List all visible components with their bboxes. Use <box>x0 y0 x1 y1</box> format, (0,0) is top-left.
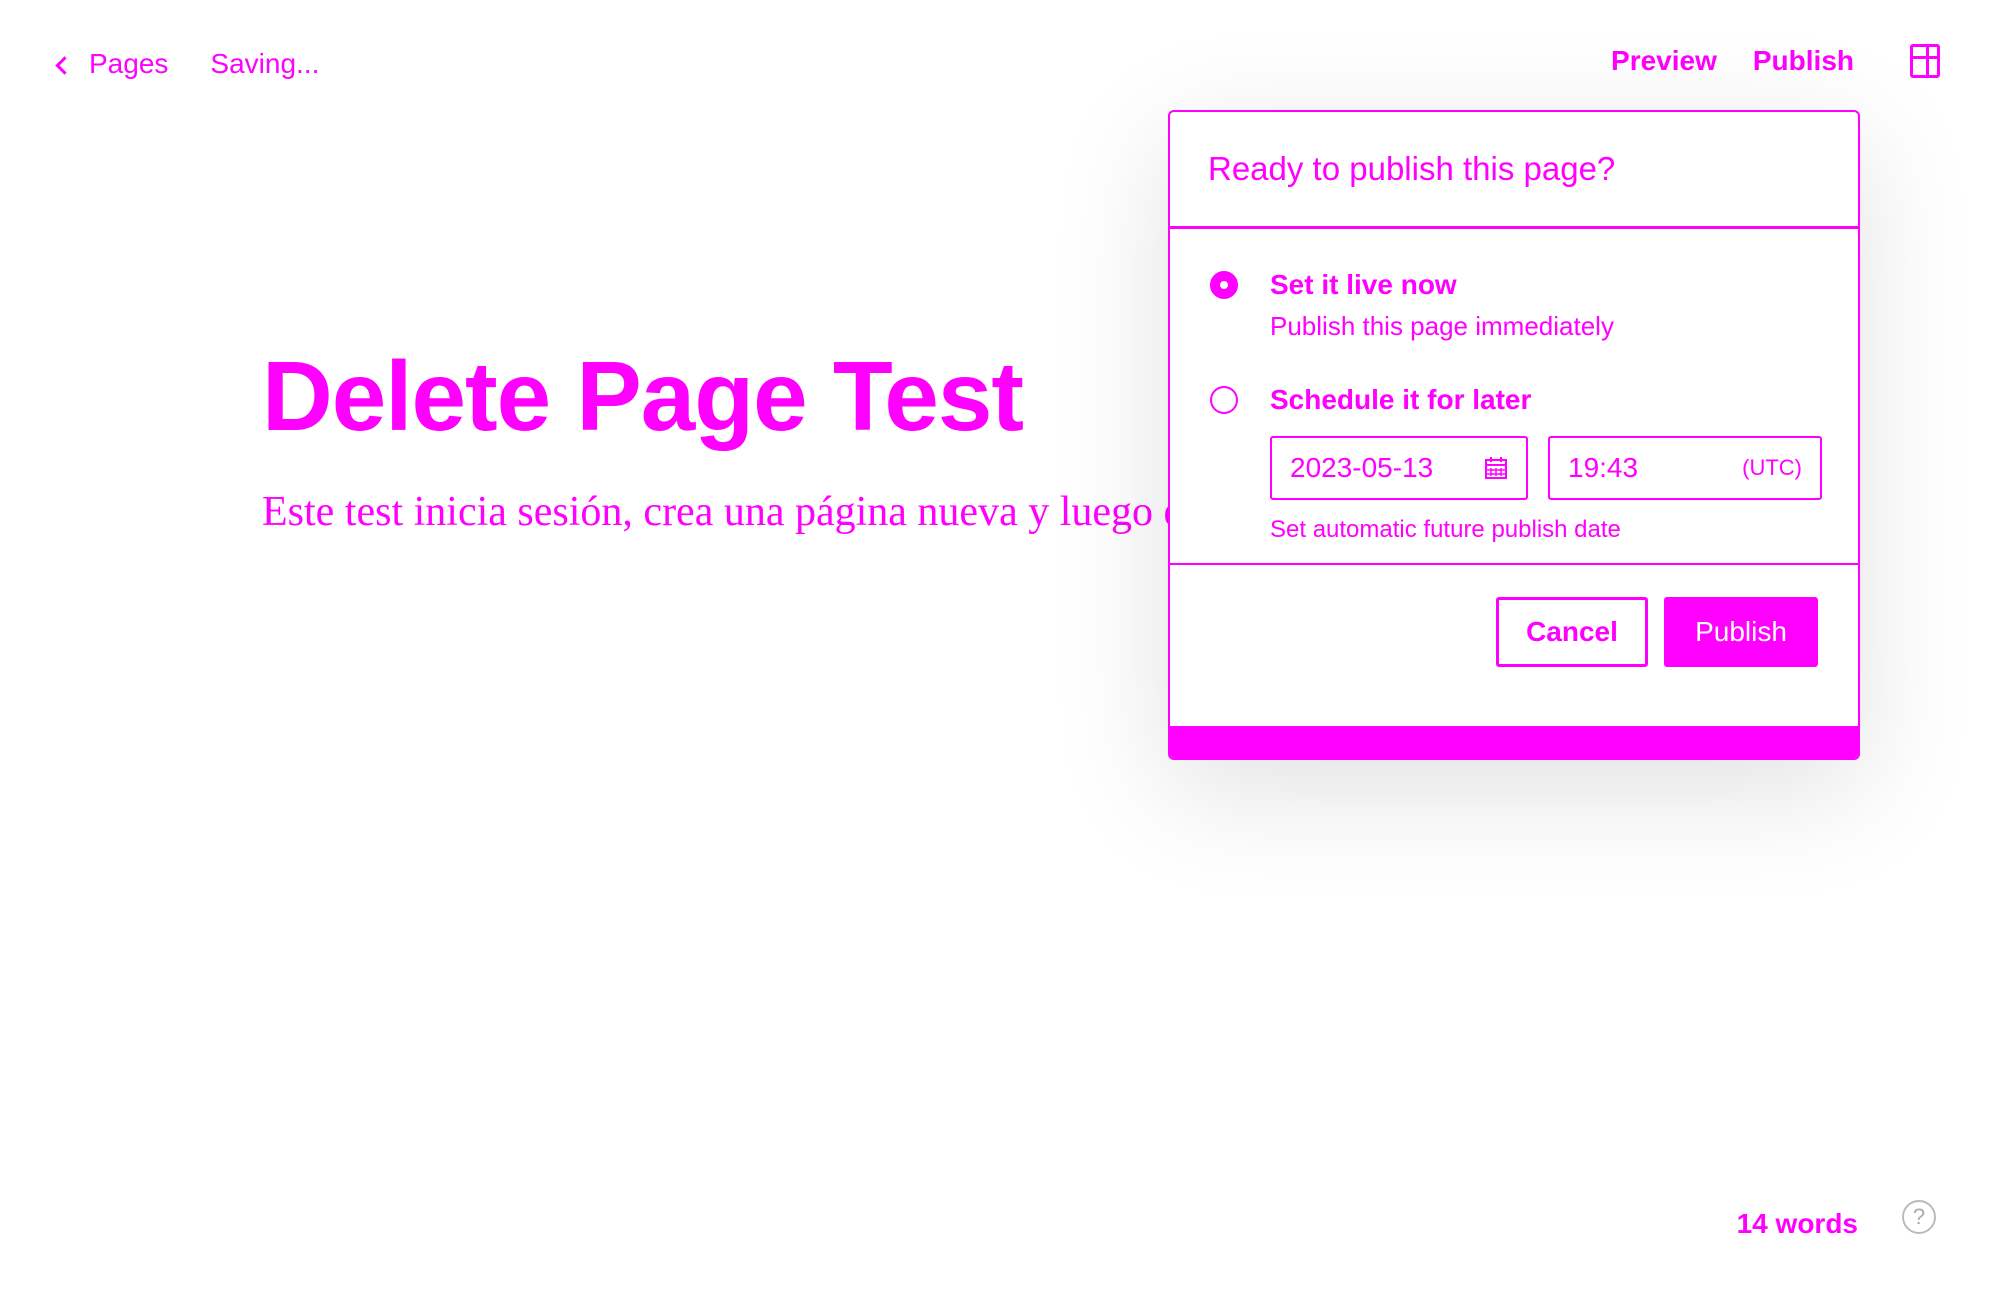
back-link-label: Pages <box>89 48 169 79</box>
option-schedule-later-title: Schedule it for later <box>1270 384 1532 415</box>
option-publish-now-title: Set it live now <box>1270 269 1457 300</box>
back-to-pages-link[interactable]: Pages <box>55 48 169 80</box>
radio-publish-now[interactable] <box>1210 271 1238 299</box>
save-status: Saving... <box>210 48 320 79</box>
topbar-left: Pages Saving... <box>55 48 320 80</box>
word-count: 14 words <box>1736 1208 1858 1239</box>
radio-schedule-later[interactable] <box>1210 386 1238 414</box>
cancel-button[interactable]: Cancel <box>1496 597 1648 667</box>
option-publish-now-desc: Publish this page immediately <box>1270 311 1614 341</box>
publish-popover-footer: Cancel Publish <box>1170 565 1858 667</box>
schedule-help-text: Set automatic future publish date <box>1270 516 1621 543</box>
option-schedule-later[interactable]: Schedule it for later 2023-05-13 19:43 (… <box>1210 384 1822 544</box>
publish-popover-bottom-band <box>1170 726 1858 758</box>
schedule-fields: 2023-05-13 19:43 (UTC) <box>1270 436 1822 500</box>
calendar-icon[interactable] <box>1484 456 1508 480</box>
publish-popover: Ready to publish this page? Set it live … <box>1168 110 1860 760</box>
publish-popover-heading: Ready to publish this page? <box>1170 112 1858 229</box>
date-field[interactable]: 2023-05-13 <box>1270 436 1528 500</box>
publish-toolbar-button[interactable]: Publish <box>1753 45 1854 77</box>
timezone-label: (UTC) <box>1742 455 1802 480</box>
editor-page: Pages Saving... Preview Publish Delete P… <box>0 0 2000 1302</box>
date-value: 2023-05-13 <box>1290 452 1434 483</box>
option-publish-now[interactable]: Set it live now Publish this page immedi… <box>1210 269 1818 342</box>
sidebar-icon[interactable] <box>1910 44 1940 78</box>
publish-options: Set it live now Publish this page immedi… <box>1170 229 1858 565</box>
time-value: 19:43 <box>1568 452 1639 483</box>
topbar-right: Preview Publish <box>1611 44 1940 78</box>
preview-button[interactable]: Preview <box>1611 45 1717 77</box>
publish-button[interactable]: Publish <box>1664 597 1818 667</box>
help-icon[interactable]: ? <box>1902 1200 1936 1234</box>
page-title[interactable]: Delete Page Test <box>262 340 1024 453</box>
chevron-left-icon <box>55 55 74 75</box>
time-field[interactable]: 19:43 (UTC) <box>1548 436 1822 500</box>
